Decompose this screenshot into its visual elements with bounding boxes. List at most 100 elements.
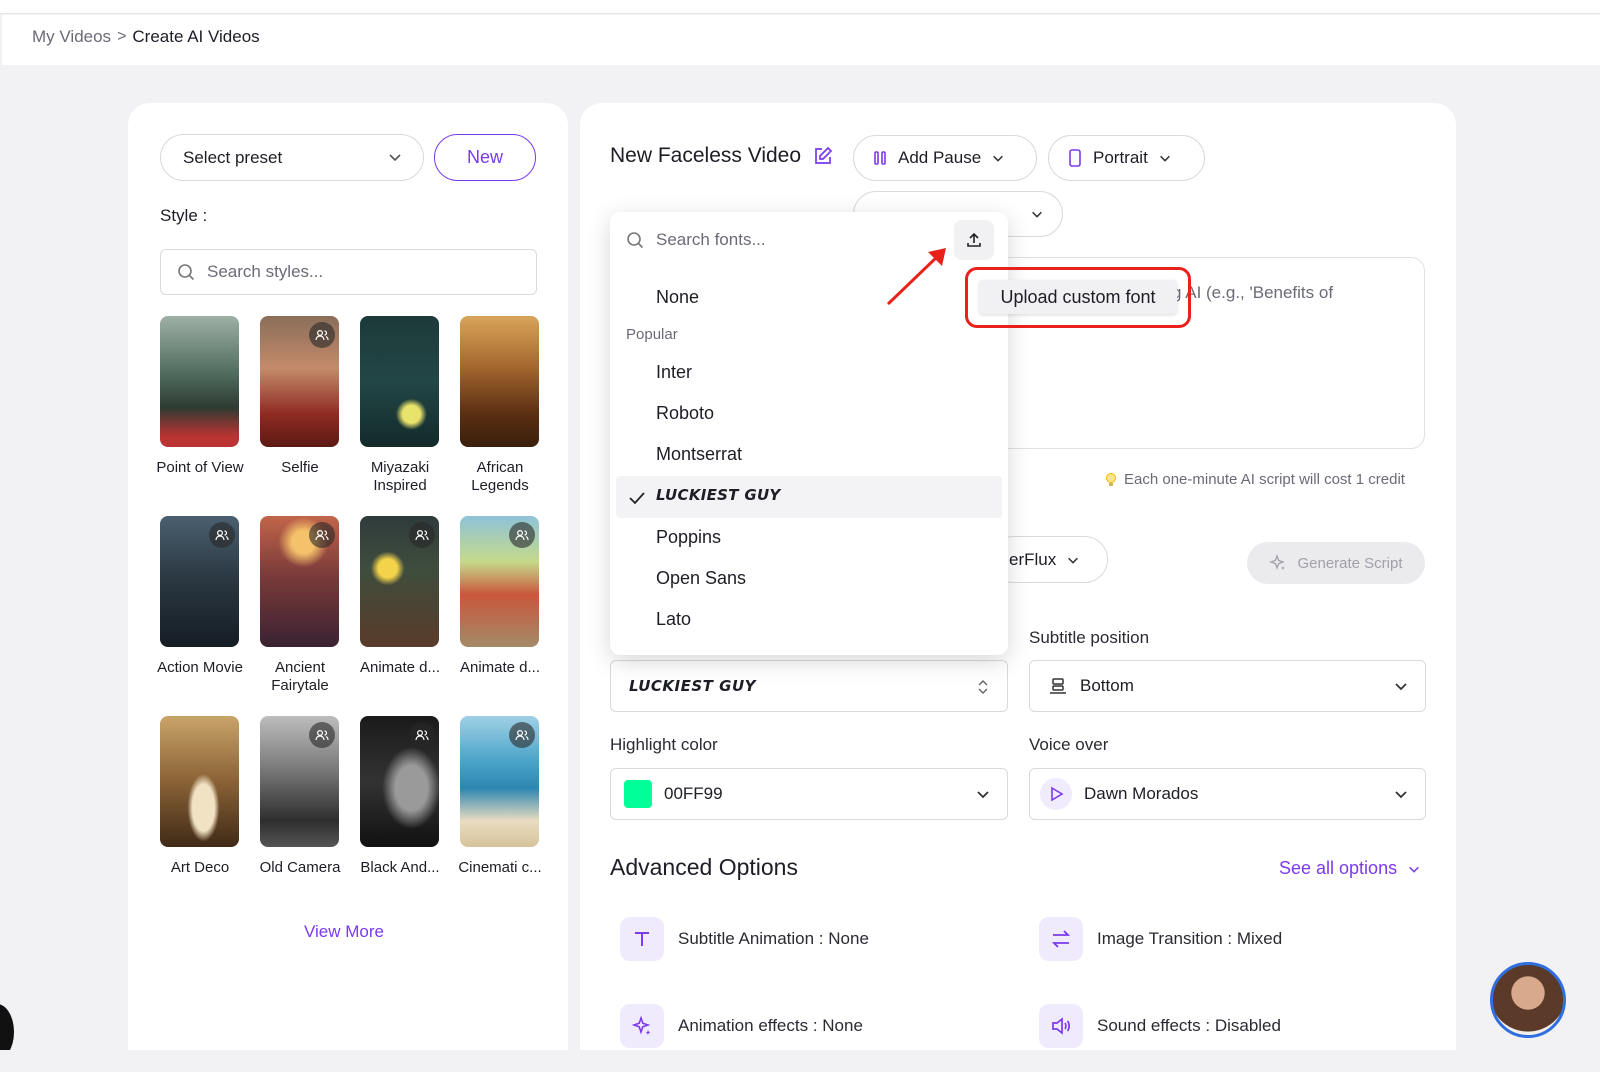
generate-script-label: Generate Script xyxy=(1297,554,1403,572)
model-label: erFlux xyxy=(1009,549,1057,569)
font-group-popular: Popular xyxy=(626,326,678,343)
chevron-down-icon xyxy=(1032,211,1042,218)
style-card[interactable]: Point of View xyxy=(156,316,244,516)
style-card[interactable]: African Legends xyxy=(460,316,539,516)
style-label: Style : xyxy=(160,206,208,225)
script-textarea-placeholder: g AI (e.g., 'Benefits of xyxy=(1172,283,1334,302)
voice-over-label: Voice over xyxy=(1029,735,1109,754)
bottom-edge xyxy=(0,1050,1600,1072)
animation-effects-label: Animation effects : None xyxy=(678,1016,863,1035)
video-title: New Faceless Video xyxy=(610,144,833,168)
upload-font-button[interactable] xyxy=(954,220,994,260)
new-preset-button[interactable]: New xyxy=(434,134,536,181)
upload-icon xyxy=(967,232,981,247)
subtitle-position-value: Bottom xyxy=(1080,676,1134,695)
chevron-down-icon xyxy=(1159,155,1170,162)
top-strip xyxy=(0,0,1600,14)
style-name: African Legends xyxy=(471,459,529,494)
color-swatch xyxy=(624,780,652,808)
style-name: Miyazaki Inspired xyxy=(370,459,430,494)
style-card[interactable]: Art Deco xyxy=(160,716,239,916)
users-icon xyxy=(409,522,435,548)
subtitle-animation-option[interactable]: Subtitle Animation : None xyxy=(620,917,869,961)
font-option[interactable]: Montserrat xyxy=(656,444,742,465)
style-card[interactable]: Animate d... xyxy=(360,516,440,716)
chevron-down-icon xyxy=(1409,866,1420,873)
users-icon xyxy=(309,522,335,548)
text-icon xyxy=(620,917,664,961)
breadcrumb: My Videos > Create AI Videos xyxy=(32,27,260,47)
style-card[interactable]: Cinemati c... xyxy=(458,716,542,916)
sound-effects-label: Sound effects : Disabled xyxy=(1097,1016,1281,1035)
add-pause-button[interactable]: Add Pause xyxy=(853,135,1037,181)
chevron-down-icon xyxy=(1395,683,1407,691)
font-option[interactable]: Poppins xyxy=(656,527,721,548)
subtitle-animation-label: Subtitle Animation : None xyxy=(678,929,869,948)
preset-select-label: Select preset xyxy=(183,147,283,167)
breadcrumb-my-videos[interactable]: My Videos xyxy=(32,27,111,47)
search-icon xyxy=(627,232,644,249)
style-name: Old Camera xyxy=(259,859,341,876)
chevron-down-icon xyxy=(993,155,1004,162)
style-card[interactable]: Selfie xyxy=(260,316,339,516)
style-search-input[interactable]: Search styles... xyxy=(160,249,537,295)
users-icon xyxy=(509,722,535,748)
style-card[interactable]: Action Movie xyxy=(157,516,243,716)
sparkles-icon xyxy=(620,1004,664,1048)
style-card[interactable]: Black And... xyxy=(360,716,440,916)
style-name: Animate d... xyxy=(459,659,541,676)
sparkles-icon xyxy=(1269,554,1286,570)
style-name: Animate d... xyxy=(359,659,441,676)
image-transition-option[interactable]: Image Transition : Mixed xyxy=(1039,917,1282,961)
style-thumbnail xyxy=(160,716,239,847)
see-all-options-link[interactable]: See all options xyxy=(1279,858,1421,879)
orientation-label: Portrait xyxy=(1093,148,1148,167)
font-option-none[interactable]: None xyxy=(656,287,699,308)
support-avatar[interactable] xyxy=(1490,962,1566,1038)
video-title-text: New Faceless Video xyxy=(610,144,802,167)
font-option[interactable]: Inter xyxy=(656,362,692,383)
check-icon xyxy=(629,492,645,505)
view-more-link[interactable]: View More xyxy=(304,922,384,942)
style-name: Cinemati c... xyxy=(458,859,542,876)
style-grid: Point of View Selfie Miyazaki Inspired A… xyxy=(156,316,542,916)
font-option[interactable]: Lato xyxy=(656,609,691,630)
font-option-selected[interactable]: LUCKIEST GUY xyxy=(656,486,781,504)
lightbulb-icon xyxy=(1106,472,1116,486)
preset-select[interactable]: Select preset xyxy=(160,134,424,181)
style-name: Action Movie xyxy=(157,659,243,676)
highlight-color-select[interactable]: 00FF99 xyxy=(610,768,1008,820)
style-card[interactable]: Miyazaki Inspired xyxy=(360,316,439,516)
font-option[interactable]: Roboto xyxy=(656,403,714,424)
orientation-select[interactable]: Portrait xyxy=(1048,135,1205,181)
font-search-input[interactable]: Search fonts... xyxy=(626,230,766,250)
style-thumbnail xyxy=(460,516,539,647)
voice-over-select[interactable]: Dawn Morados xyxy=(1029,768,1426,820)
style-card[interactable]: Ancient Fairytale xyxy=(260,516,339,716)
chevron-down-icon xyxy=(389,154,401,162)
font-select[interactable]: LUCKIEST GUY xyxy=(610,660,1008,712)
animation-effects-option[interactable]: Animation effects : None xyxy=(620,1004,863,1048)
add-pause-label: Add Pause xyxy=(898,148,982,167)
font-search-placeholder: Search fonts... xyxy=(656,230,766,249)
image-transition-label: Image Transition : Mixed xyxy=(1097,929,1283,948)
style-card[interactable]: Old Camera xyxy=(260,716,340,916)
style-card[interactable]: Animate d... xyxy=(460,516,540,716)
subtitle-position-label: Subtitle position xyxy=(1029,628,1150,647)
highlight-color-value: 00FF99 xyxy=(664,784,723,803)
edit-icon[interactable] xyxy=(813,146,833,166)
style-search-placeholder: Search styles... xyxy=(207,262,324,281)
users-icon xyxy=(309,722,335,748)
font-option[interactable]: Open Sans xyxy=(656,568,746,589)
style-thumbnail xyxy=(360,716,439,847)
speaker-icon xyxy=(1039,1004,1083,1048)
subtitle-position-select[interactable]: Bottom xyxy=(1029,660,1426,712)
style-thumbnail xyxy=(260,316,339,447)
generate-script-button[interactable]: Generate Script xyxy=(1247,542,1425,584)
sound-effects-option[interactable]: Sound effects : Disabled xyxy=(1039,1004,1281,1048)
breadcrumb-current: Create AI Videos xyxy=(132,27,260,46)
users-icon xyxy=(509,522,535,548)
font-select-value: LUCKIEST GUY xyxy=(629,677,756,695)
style-name: Point of View xyxy=(156,459,244,476)
breadcrumb-bar: My Videos > Create AI Videos xyxy=(2,15,1600,65)
